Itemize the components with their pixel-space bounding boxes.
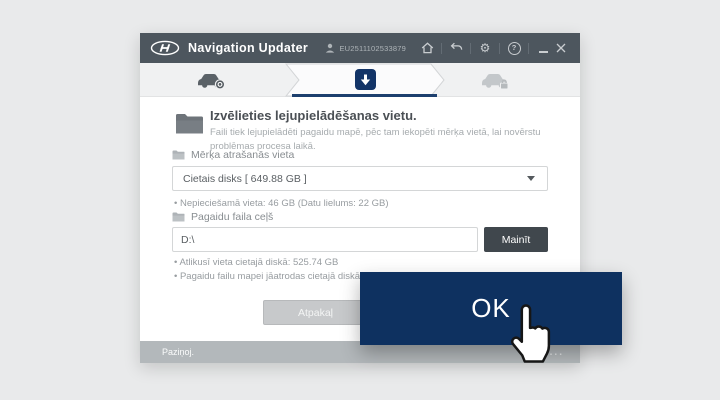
step-device-tab[interactable]: [196, 71, 226, 95]
step-download-tab[interactable]: [355, 69, 376, 90]
divider: [528, 43, 529, 54]
gear-icon: ⚙: [480, 42, 491, 54]
target-disk-value: Cietais disks [ 649.88 GB ]: [183, 173, 527, 185]
target-disk-dropdown[interactable]: Cietais disks [ 649.88 GB ]: [172, 166, 548, 191]
divider: [499, 43, 500, 54]
temp-folder-note: Pagaidu failu mapei jāatrodas cietajā di…: [174, 271, 363, 282]
step-install-tab[interactable]: [480, 71, 510, 95]
undo-button[interactable]: [447, 39, 465, 57]
required-space-note: Nepieciešamā vieta: 46 GB (Datu lielums:…: [174, 198, 389, 209]
home-button[interactable]: [418, 39, 436, 57]
dropdown-caret-icon: [527, 176, 535, 181]
user-icon: [325, 43, 335, 53]
folder-icon: [175, 112, 204, 135]
active-step-underline: [292, 94, 437, 97]
back-button[interactable]: Atpakaļ: [263, 300, 368, 325]
temp-path-label: Pagaidu faila ceļš: [172, 211, 273, 223]
titlebar: Navigation Updater EU2511102533879: [140, 33, 580, 63]
close-button[interactable]: [552, 39, 570, 57]
car-with-gear-icon: [196, 71, 226, 90]
page-title: Izvēlieties lejupielādēšanas vietu.: [210, 108, 417, 123]
divider: [470, 43, 471, 54]
app-title: Navigation Updater: [188, 41, 308, 55]
divider: [441, 43, 442, 54]
temp-path-input[interactable]: [172, 227, 478, 252]
hand-cursor-icon: [508, 303, 558, 371]
change-button[interactable]: Mainīt: [484, 227, 548, 252]
help-icon: ?: [508, 42, 521, 55]
target-location-label: Mērķa atrašanās vieta: [172, 149, 294, 161]
close-icon: [556, 43, 566, 53]
ok-button-label: OK: [471, 293, 511, 324]
user-id: EU2511102533879: [339, 44, 406, 53]
remaining-space-note: Atlikusī vieta cietajā diskā: 525.74 GB: [174, 257, 338, 268]
screen: Navigation Updater EU2511102533879: [0, 0, 720, 400]
wizard-stepbar: [140, 63, 580, 97]
minimize-icon: [539, 51, 548, 53]
ok-button[interactable]: OK: [360, 272, 622, 345]
user-account[interactable]: EU2511102533879: [325, 43, 406, 53]
help-button[interactable]: ?: [505, 39, 523, 57]
home-icon: [421, 42, 434, 54]
folder-icon: [172, 150, 185, 160]
minimize-button[interactable]: [534, 39, 552, 57]
folder-icon: [172, 212, 185, 222]
undo-icon: [450, 42, 463, 54]
notifications-label[interactable]: Paziņoj.: [162, 347, 194, 357]
settings-button[interactable]: ⚙: [476, 39, 494, 57]
download-icon: [360, 74, 371, 86]
car-with-lock-icon: [480, 71, 510, 90]
hyundai-logo-icon: [150, 40, 180, 56]
